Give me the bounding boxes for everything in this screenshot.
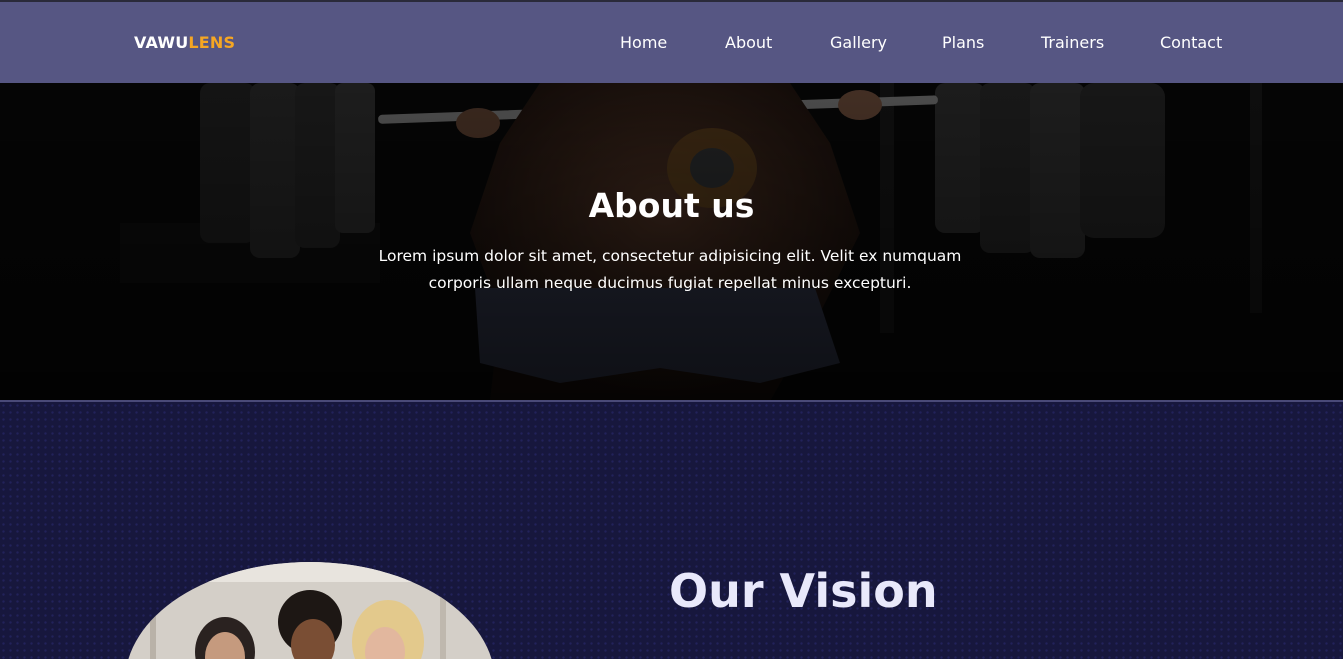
nav-item-contact[interactable]: Contact	[1160, 33, 1222, 52]
page-title: About us	[588, 186, 755, 225]
nav-item-plans[interactable]: Plans	[942, 33, 984, 52]
navbar: VAWULENS Home About Gallery Plans Traine…	[0, 2, 1343, 83]
nav-item-trainers[interactable]: Trainers	[1041, 33, 1104, 52]
nav-item-home[interactable]: Home	[620, 33, 667, 52]
weightlifter-background-image	[0, 83, 1343, 401]
team-photo-image	[125, 562, 495, 659]
brand-logo-part2: LENS	[188, 33, 236, 52]
brand-logo[interactable]: VAWULENS	[134, 33, 235, 52]
hero-description: Lorem ipsum dolor sit amet, consectetur …	[378, 247, 962, 292]
vision-heading: Our Vision	[669, 564, 938, 618]
nav-item-about[interactable]: About	[725, 33, 772, 52]
vision-section: Our Vision	[0, 402, 1343, 659]
nav-item-gallery[interactable]: Gallery	[830, 33, 887, 52]
brand-logo-part1: VAWU	[134, 33, 189, 52]
about-hero: About us Lorem ipsum dolor sit amet, con…	[0, 83, 1343, 401]
